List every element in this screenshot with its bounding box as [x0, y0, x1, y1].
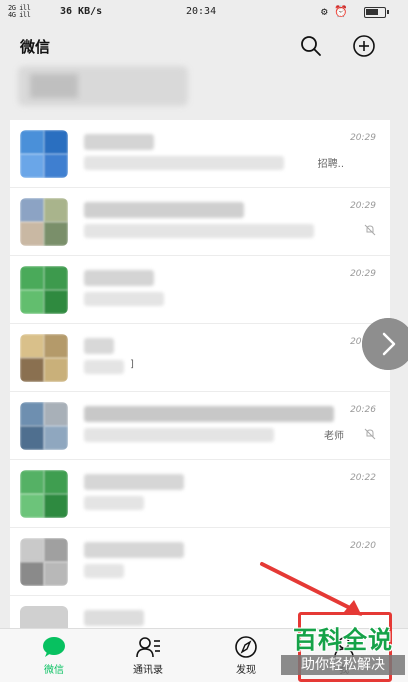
chat-time: 20:29	[350, 133, 376, 143]
chat-preview	[84, 564, 124, 578]
chat-avatar	[20, 402, 68, 450]
annotation-arrow	[260, 562, 362, 616]
chat-row[interactable]: 20:29	[10, 188, 390, 256]
tab-label: 发现	[236, 665, 256, 676]
chat-preview	[84, 292, 164, 306]
alarm-icon: ⏰	[334, 5, 348, 18]
chat-preview-tail: 招聘..	[317, 159, 344, 170]
chat-preview	[84, 360, 124, 374]
chat-time: 20:20	[350, 541, 376, 551]
compass-icon	[235, 636, 257, 658]
chat-name	[84, 202, 244, 218]
chat-preview-tail: 老师	[324, 431, 344, 442]
chat-bubble-icon	[43, 637, 65, 657]
chat-name	[84, 134, 154, 150]
chat-preview	[84, 224, 314, 238]
signal-indicator: 2G ill 4G ill	[8, 4, 31, 19]
battery-icon	[364, 7, 389, 18]
chevron-right-icon[interactable]	[362, 318, 408, 370]
status-icons: ⚙ ⏰	[321, 5, 348, 18]
contacts-icon	[136, 637, 160, 658]
mute-icon	[364, 224, 376, 236]
chat-name	[84, 610, 144, 626]
pinned-area	[0, 60, 408, 120]
chat-name	[84, 474, 184, 490]
tab-contacts[interactable]: 通讯录	[118, 635, 178, 681]
chat-name	[84, 338, 114, 354]
tab-label: 通讯录	[133, 665, 163, 676]
page-title: 微信	[20, 38, 51, 56]
chat-name	[84, 270, 154, 286]
chat-name	[84, 406, 334, 422]
chat-name	[84, 542, 184, 558]
chat-time: 20:26	[350, 405, 376, 415]
watermark: 百科全说 助你轻松解决	[281, 620, 405, 678]
chat-row[interactable]: ] 20:29	[10, 324, 390, 392]
chat-time: 20:29	[350, 201, 376, 211]
add-icon[interactable]	[352, 34, 376, 58]
tab-discover[interactable]: 发现	[216, 635, 276, 681]
chat-list: 招聘.. 20:29 20:29 20:29 ] 老师 20:26 20:22 …	[10, 120, 390, 636]
watermark-subtitle: 助你轻松解决	[281, 655, 405, 675]
mute-icon	[364, 428, 376, 440]
chat-row[interactable]: 招聘.. 20:29	[10, 120, 390, 188]
chat-avatar	[20, 334, 68, 382]
chat-preview	[84, 428, 274, 442]
watermark-title: 百科全说	[293, 626, 393, 654]
gear-icon: ⚙	[321, 5, 328, 18]
chat-preview-tail: ]	[130, 359, 134, 370]
tab-label: 微信	[44, 665, 64, 676]
chat-time: 20:29	[350, 269, 376, 279]
chat-preview	[84, 496, 144, 510]
chat-row[interactable]: 老师 20:26	[10, 392, 390, 460]
chat-avatar	[20, 130, 68, 178]
chat-row[interactable]: 20:22	[10, 460, 390, 528]
chat-time: 20:22	[350, 473, 376, 483]
status-time: 20:34	[186, 6, 217, 17]
chat-avatar	[20, 470, 68, 518]
network-speed: 36 KB/s	[60, 6, 103, 17]
search-icon[interactable]	[299, 34, 323, 58]
chat-row[interactable]: 20:29	[10, 256, 390, 324]
chat-preview	[84, 156, 284, 170]
chat-avatar	[20, 198, 68, 246]
tab-chats[interactable]: 微信	[24, 635, 84, 681]
chat-avatar	[20, 538, 68, 586]
chat-avatar	[20, 266, 68, 314]
status-bar: 2G ill 4G ill 36 KB/s 20:34 ⚙ ⏰	[0, 0, 408, 24]
